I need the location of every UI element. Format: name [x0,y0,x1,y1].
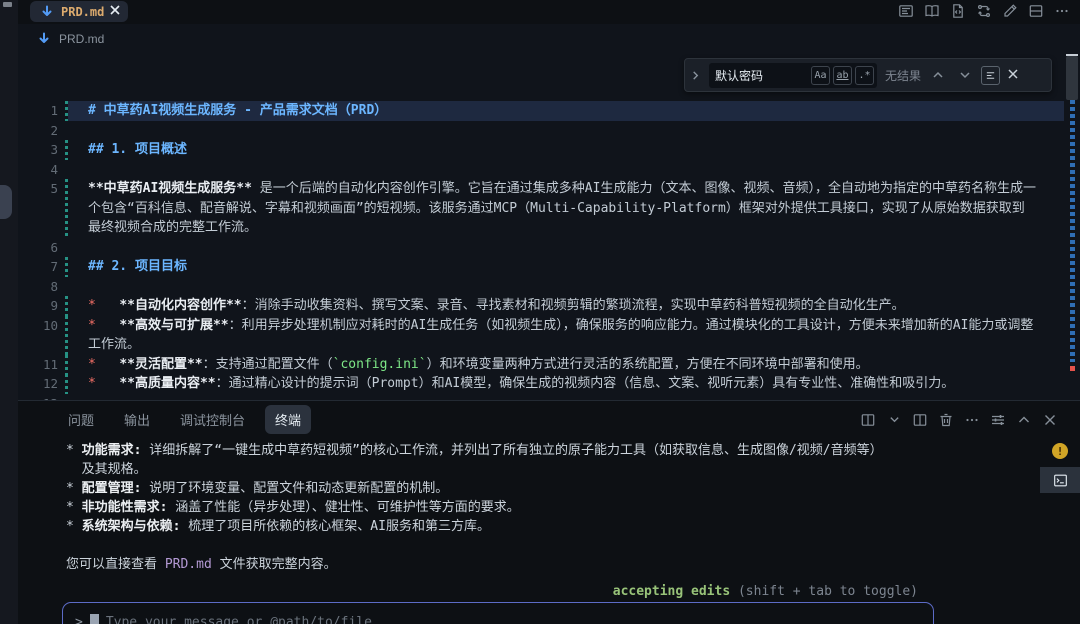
markdown-file-icon [38,3,55,20]
compare-changes-icon[interactable] [975,2,992,19]
more-icon[interactable] [964,412,980,428]
find-input-wrap: Aaab.* [709,62,877,88]
close-panel-icon[interactable] [1042,412,1058,428]
file-code-icon[interactable] [949,2,966,19]
tab-close-icon[interactable] [110,5,120,18]
editor-actions [897,2,1070,19]
overview-ruler-error-mark [1070,366,1075,371]
breadcrumb[interactable]: PRD.md [18,24,1080,54]
find-previous-icon[interactable] [929,67,946,84]
editor-lines: 1 # 中草药AI视频生成服务 - 产品需求文档（PRD） 2 3 ## 1. 项目概述… [18,101,1064,400]
editor-line: 2 [18,121,1064,141]
sliders-icon[interactable] [990,412,1006,428]
find-in-selection-icon[interactable] [981,65,1001,85]
panel-tab-2[interactable]: 调试控制台 [170,405,255,434]
editor-line: 10 * **高效与可扩展**：利用异步处理机制应对耗时的AI生成任务（如视频生成… [18,315,1064,355]
terminal-tab-active[interactable] [1040,467,1080,493]
find-result-count: 无结果 [885,68,922,83]
split-pane-icon[interactable] [912,412,928,428]
find-widget: Aaab.* 无结果 [684,58,1052,92]
terminal-actions [860,412,1080,428]
editor-line: 7 ## 2. 项目目标 [18,257,1064,277]
sidebar-drag-handle[interactable] [0,185,12,219]
more-actions-icon[interactable] [1053,2,1070,19]
prompt-symbol: > [75,614,83,624]
find-nav [929,67,973,84]
terminal-tab-list: ! [1040,441,1080,493]
match-case-toggle[interactable]: Aa [811,65,830,85]
collapsed-sidebar-rail [0,0,18,624]
chevron-up-icon[interactable] [1016,412,1032,428]
whole-word-toggle[interactable]: ab [833,65,852,85]
terminal-output[interactable]: * 功能需求: 详细拆解了“一键生成中草药短视频”的核心工作流，并列出了所有独立… [18,441,1036,574]
terminal-line: * 系统架构与依赖: 梳理了项目所依赖的核心框架、AI服务和第三方库。 [66,519,490,534]
editor-line: 6 [18,238,1064,258]
panel-tab-0[interactable]: 问题 [58,405,104,434]
warning-badge: ! [1052,443,1068,459]
markdown-file-icon [35,31,52,48]
find-next-icon[interactable] [956,67,973,84]
editor-scrollbar[interactable] [1066,56,1078,100]
open-book-icon[interactable] [923,2,940,19]
panel-tab-1[interactable]: 输出 [114,405,160,434]
accepting-edits-label: accepting edits [612,584,731,599]
terminal-line: 及其规格。 [66,462,147,477]
terminal-line: * 功能需求: 详细拆解了“一键生成中草药短视频”的核心工作流，并列出了所有独立… [66,443,883,458]
window-corner-glyph [3,2,12,7]
overview-ruler-modified-marks [1070,100,1075,362]
find-close-icon[interactable] [1008,68,1018,82]
editor-line: 5 **中草药AI视频生成服务** 是一个后端的自动化内容创作引擎。它旨在通过集成… [18,179,1064,238]
bottom-panel: 问题 输出 调试控制台 终端 * 功能需求: 详细拆解了“一键生成中草药短视频”的核心… [18,400,1080,624]
breadcrumb-label: PRD.md [59,32,105,46]
terminal-line: 您可以直接查看 PRD.md 文件获取完整内容。 [66,557,337,572]
tab-bar: PRD.md [18,0,1080,24]
panel-tabs: 问题 输出 调试控制台 终端 [18,405,312,434]
preview-icon[interactable] [897,2,914,19]
agent-mode-status: accepting edits (shift + tab to toggle) [613,584,918,599]
chevron-down-icon[interactable] [886,412,902,428]
text-cursor [89,614,99,624]
editor-line: 3 ## 1. 项目概述 [18,140,1064,160]
split-terminal-icon[interactable] [860,412,876,428]
split-editor-icon[interactable] [1027,2,1044,19]
regex-toggle[interactable]: .* [855,65,874,85]
tab-label: PRD.md [61,4,105,19]
edit-pencil-icon[interactable] [1001,2,1018,19]
editor-line: 9 * **自动化内容创作**：消除手动收集资料、撰写文案、录音、寻找素材和视频剪… [18,296,1064,316]
panel-header: 问题 输出 调试控制台 终端 [18,401,1080,438]
find-expand-chevron-icon[interactable] [689,70,701,80]
editor-tab-prd-md[interactable]: PRD.md [30,1,129,22]
editor-line: 12 * **高质量内容**：通过精心设计的提示词（Prompt）和AI模型，确保… [18,374,1064,394]
find-toggles: Aa ab .* [811,65,874,85]
editor-line: 8 [18,277,1064,297]
find-input[interactable] [709,68,801,82]
panel-tab-3[interactable]: 终端 [265,405,312,434]
toggle-hint: (shift + tab to toggle) [730,584,918,599]
code-editor[interactable]: 1 # 中草药AI视频生成服务 - 产品需求文档（PRD） 2 3 ## 1. 项目概述… [18,54,1080,400]
terminal-line: * 配置管理: 说明了环境变量、配置文件和动态更新配置的机制。 [66,481,449,496]
input-placeholder: Type your message or @path/to/file [105,614,372,624]
terminal-line: * 非功能性需求: 涵盖了性能（异步处理）、健壮性、可维护性等方面的要求。 [66,500,520,515]
editor-line: 4 [18,160,1064,180]
editor-line: 1 # 中草药AI视频生成服务 - 产品需求文档（PRD） [18,101,1064,121]
editor-line: 11 * **灵活配置**：支持通过配置文件（`config.ini`）和环境变量… [18,354,1064,374]
chat-message-input[interactable]: > Type your message or @path/to/file [62,602,934,624]
trash-icon[interactable] [938,412,954,428]
